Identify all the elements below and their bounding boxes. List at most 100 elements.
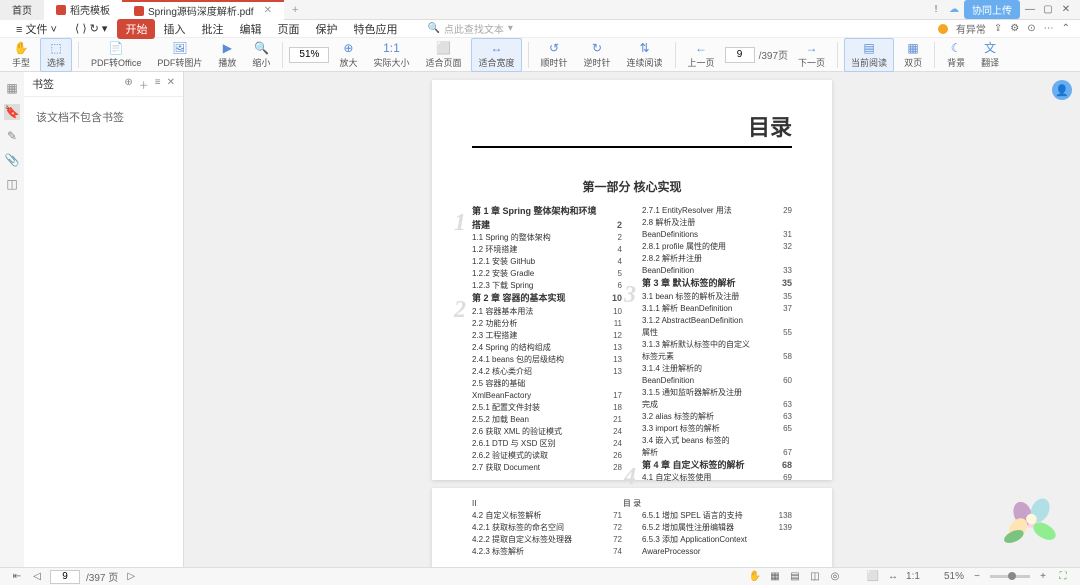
- zoom-out-tool[interactable]: 🔍缩小: [246, 39, 276, 71]
- sb-view2-icon[interactable]: ▤: [788, 570, 802, 584]
- toc-text: 2.2 功能分析: [472, 318, 614, 330]
- sb-nav-first-icon[interactable]: ⇤: [10, 570, 24, 584]
- menu-item-0[interactable]: 开始: [117, 19, 155, 39]
- translate-tool[interactable]: 文翻译: [975, 39, 1005, 71]
- bm-menu-icon[interactable]: ≡: [155, 77, 161, 92]
- comment-icon[interactable]: ✎: [4, 128, 20, 144]
- menu-item-3[interactable]: 编辑: [231, 19, 269, 39]
- tab-active-document[interactable]: Spring源码深度解析.pdf✕: [122, 0, 284, 20]
- rotate-ccw-tool[interactable]: ↺顺时针: [535, 39, 574, 71]
- sb-zoom-in-icon[interactable]: +: [1036, 570, 1050, 584]
- tab-home[interactable]: 首页: [0, 0, 44, 20]
- continuous-tool[interactable]: ⇅连续阅读: [621, 39, 669, 71]
- toc-text: 2.4.1 beans 包的层级结构: [472, 354, 613, 366]
- layers-icon[interactable]: ◫: [4, 176, 20, 192]
- user-avatar[interactable]: 👤: [1052, 80, 1072, 100]
- sb-hand-icon[interactable]: ✋: [748, 570, 762, 584]
- toc-page: 58: [783, 351, 792, 363]
- toc-line: 2.6.2 验证模式的读取26: [472, 450, 622, 462]
- next-page-tool[interactable]: →下一页: [792, 39, 831, 71]
- close-icon[interactable]: ✕: [264, 5, 272, 16]
- reading-mode-tool[interactable]: ▤当前阅读: [844, 38, 894, 72]
- select-tool[interactable]: ⬚选择: [40, 38, 72, 72]
- toc-column-1: 1第 1 章 Spring 整体架构和环境 搭建21.1 Spring 的整体架…: [472, 205, 622, 484]
- menu-item-2[interactable]: 批注: [193, 19, 231, 39]
- minimize-button[interactable]: —: [1022, 2, 1038, 18]
- toc-line: 6.5.2 增加属性注册编辑器139: [642, 522, 792, 534]
- toc-page: 63: [783, 411, 792, 423]
- toc-page: 5: [618, 268, 622, 280]
- bookmark-icon[interactable]: 🔖: [4, 104, 20, 120]
- status-text[interactable]: 有异常: [956, 21, 986, 36]
- sb-fit1-icon[interactable]: ⬜: [866, 570, 880, 584]
- bm-close-icon[interactable]: ✕: [167, 77, 175, 92]
- share-icon[interactable]: ⇪: [994, 23, 1002, 34]
- background-tool[interactable]: ☾背景: [941, 39, 971, 71]
- sb-fit2-icon[interactable]: ↔: [886, 570, 900, 584]
- rotate-cw-tool[interactable]: ↻逆时针: [578, 39, 617, 71]
- document-area[interactable]: 👤 目录 第一部分 核心实现 1第 1 章 Spring 整体架构和环境 搭建2…: [184, 72, 1080, 567]
- pdf-to-office-tool[interactable]: 📄PDF转Office: [85, 39, 147, 71]
- menu-item-5[interactable]: 保护: [307, 19, 345, 39]
- menu-ribbon-toggles[interactable]: ⟨ ⟩ ↻ ▾: [67, 20, 116, 37]
- close-window-button[interactable]: ✕: [1058, 2, 1074, 18]
- play-icon: ▶: [220, 41, 234, 55]
- help-icon[interactable]: ⊙: [1027, 23, 1035, 34]
- prev-page-tool[interactable]: ←上一页: [682, 39, 721, 71]
- tab-template[interactable]: 稻壳模板: [44, 0, 122, 20]
- menu-item-1[interactable]: 插入: [155, 19, 193, 39]
- zoom-in-tool[interactable]: ⊕放大: [333, 39, 363, 71]
- toc-line: 4.2.2 提取自定义标签处理器72: [472, 534, 622, 546]
- sb-nav-prev-icon[interactable]: ◁: [30, 570, 44, 584]
- toc-page: 29: [783, 205, 792, 217]
- hand-tool[interactable]: ✋手型: [6, 39, 36, 71]
- upload-pill[interactable]: 协同上传: [964, 0, 1020, 19]
- toc-line: 3.1 bean 标签的解析及注册35: [642, 291, 792, 303]
- sb-nav-next-icon[interactable]: ▷: [124, 570, 138, 584]
- notification-icon[interactable]: !: [928, 2, 944, 18]
- play-tool[interactable]: ▶播放: [212, 39, 242, 71]
- cloud-icon[interactable]: ☁: [946, 2, 962, 18]
- toc-page: 65: [783, 423, 792, 435]
- search-box[interactable]: 🔍 点此查找文本 ▾: [427, 21, 512, 36]
- bm-add-icon[interactable]: ＋: [139, 77, 149, 92]
- sb-zoom-out-icon[interactable]: −: [970, 570, 984, 584]
- sb-fullscreen-icon[interactable]: ⛶: [1056, 570, 1070, 584]
- collapse-icon[interactable]: ⌃: [1062, 23, 1070, 34]
- sb-view3-icon[interactable]: ◫: [808, 570, 822, 584]
- sb-page-input[interactable]: [50, 570, 80, 584]
- toc-page: 13: [613, 366, 622, 378]
- sb-target-icon[interactable]: ◎: [828, 570, 842, 584]
- thumbnail-icon[interactable]: ▦: [4, 80, 20, 96]
- toc-text: 第 3 章 默认标签的解析: [642, 277, 782, 291]
- settings-icon[interactable]: ⚙: [1010, 23, 1019, 34]
- add-tab-button[interactable]: +: [284, 4, 306, 16]
- menu-file-dropdown[interactable]: ≡ 文件 ˅: [8, 19, 65, 39]
- sb-zoom-slider[interactable]: [990, 575, 1030, 578]
- pdf-to-image-tool[interactable]: 🖼PDF转图片: [151, 39, 208, 71]
- toc-page: 139: [779, 522, 792, 534]
- more-icon[interactable]: ⋯: [1044, 23, 1054, 34]
- toc-page: 12: [613, 330, 622, 342]
- attachment-icon[interactable]: 📎: [4, 152, 20, 168]
- toc-text: 2.8 解析及注册: [642, 217, 792, 229]
- maximize-button[interactable]: ▢: [1040, 2, 1056, 18]
- double-page-tool[interactable]: ▦双页: [898, 39, 928, 71]
- moon-icon: ☾: [949, 41, 963, 55]
- zoom-input[interactable]: [289, 47, 329, 63]
- actual-size-tool[interactable]: 1:1实际大小: [367, 39, 415, 71]
- sb-fit3-icon[interactable]: 1:1: [906, 570, 920, 584]
- toc-line: 属性55: [642, 327, 792, 339]
- fit-width-tool[interactable]: ↔适合宽度: [471, 38, 521, 72]
- fit-page-tool[interactable]: ⬜适合页面: [419, 39, 467, 71]
- actual-icon: 1:1: [384, 41, 398, 55]
- pdf-icon: [56, 5, 66, 15]
- bm-expand-icon[interactable]: ⊕: [124, 77, 132, 92]
- page-input[interactable]: [725, 47, 755, 63]
- sb-view1-icon[interactable]: ▦: [768, 570, 782, 584]
- menu-item-4[interactable]: 页面: [269, 19, 307, 39]
- toc-text: 3.1.4 注册解析的: [642, 363, 792, 375]
- toc-text: 1.2.1 安装 GitHub: [472, 256, 618, 268]
- menu-item-6[interactable]: 特色应用: [345, 19, 405, 39]
- toc-text: 1.2.2 安装 Gradle: [472, 268, 618, 280]
